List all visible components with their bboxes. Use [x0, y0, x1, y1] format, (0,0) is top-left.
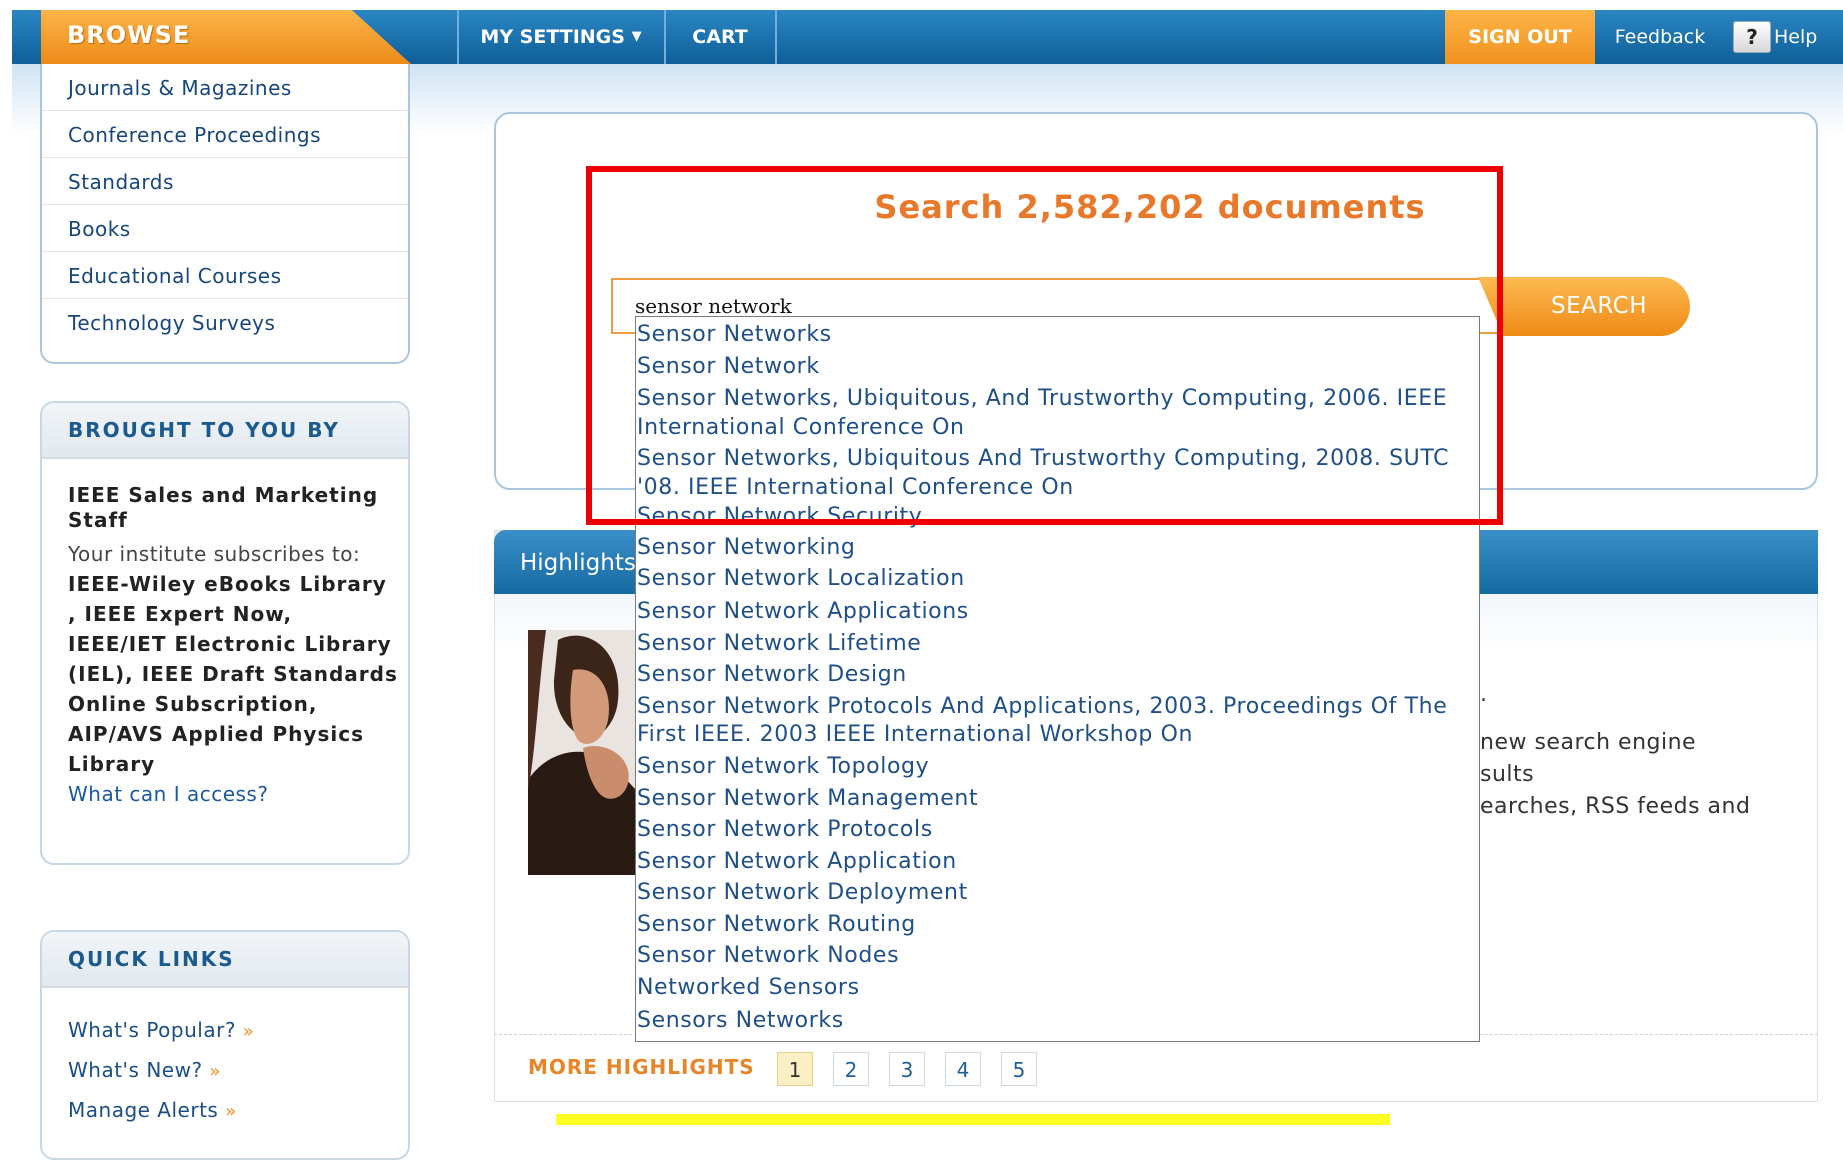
page-button-5[interactable]: 5: [1001, 1052, 1037, 1086]
nav-divider: [775, 10, 777, 64]
suggestion-item[interactable]: First IEEE. 2003 IEEE International Work…: [637, 721, 1457, 749]
caret-down-icon: ▼: [631, 29, 642, 44]
brought-to-you-heading: BROUGHT TO YOU BY: [42, 403, 408, 459]
highlight-text-fragment: new search engine: [1480, 730, 1697, 755]
sign-out-button[interactable]: SIGN OUT: [1445, 10, 1595, 64]
suggestion-item[interactable]: Sensor Network Localization: [637, 565, 1457, 593]
whats-popular-label: What's Popular?: [68, 1018, 236, 1042]
subscription-list: IEEE-Wiley eBooks Library , IEEE Expert …: [68, 572, 398, 776]
suggestion-item[interactable]: Sensor Network Routing: [637, 911, 1457, 939]
highlight-text-fragment: earches, RSS feeds and: [1480, 794, 1751, 819]
yellow-highlight-strip: [556, 1114, 1390, 1125]
browse-item-surveys[interactable]: Technology Surveys: [42, 299, 408, 346]
help-link[interactable]: Help: [1774, 10, 1824, 64]
browse-item-books[interactable]: Books: [42, 205, 408, 252]
suggestion-item[interactable]: Networked Sensors: [637, 974, 1457, 1002]
brought-to-you-box: BROUGHT TO YOU BY IEEE Sales and Marketi…: [40, 401, 410, 865]
suggestion-item[interactable]: Sensor Network Topology: [637, 753, 1457, 781]
suggestion-item[interactable]: Sensor Network Nodes: [637, 942, 1457, 970]
subscribes-label: Your institute subscribes to:: [68, 542, 361, 566]
manage-alerts-label: Manage Alerts: [68, 1098, 219, 1122]
page-button-3[interactable]: 3: [889, 1052, 925, 1086]
quick-links-heading: QUICK LINKS: [42, 932, 408, 988]
highlight-text-fragment: .: [1480, 682, 1488, 707]
whats-new-link[interactable]: What's New? »: [68, 1058, 221, 1082]
highlights-tab[interactable]: Highlights: [494, 530, 636, 594]
whats-new-label: What's New?: [68, 1058, 203, 1082]
suggestion-item[interactable]: Sensor Network Management: [637, 785, 1457, 813]
suggestion-item[interactable]: Sensor Network Protocols And Application…: [637, 693, 1457, 721]
quick-links-box: QUICK LINKS What's Popular? » What's New…: [40, 930, 410, 1160]
highlight-photo: [528, 630, 636, 875]
search-button[interactable]: SEARCH: [1478, 277, 1690, 336]
page-button-2[interactable]: 2: [833, 1052, 869, 1086]
whats-popular-link[interactable]: What's Popular? »: [68, 1018, 254, 1042]
help-icon[interactable]: ?: [1733, 21, 1771, 53]
suggestion-item[interactable]: Sensor Network Application: [637, 848, 1457, 876]
suggestion-item[interactable]: Sensor Networking: [637, 534, 1457, 562]
browse-item-journals[interactable]: Journals & Magazines: [42, 64, 408, 111]
suggestion-item[interactable]: Sensor Network Applications: [637, 598, 1457, 626]
page-button-1[interactable]: 1: [777, 1052, 813, 1086]
my-settings-menu[interactable]: MY SETTINGS ▼: [459, 10, 663, 64]
double-arrow-icon: »: [225, 1101, 237, 1122]
suggestion-item[interactable]: Sensor Network Lifetime: [637, 630, 1457, 658]
highlight-text-fragment: sults: [1480, 762, 1535, 787]
browse-item-standards[interactable]: Standards: [42, 158, 408, 205]
my-settings-label: MY SETTINGS: [480, 26, 625, 48]
page-button-4[interactable]: 4: [945, 1052, 981, 1086]
suggestion-item[interactable]: Sensors Networks: [637, 1007, 1457, 1035]
browse-menu: Journals & Magazines Conference Proceedi…: [40, 64, 410, 364]
suggestion-item[interactable]: Sensor Network Deployment: [637, 879, 1457, 907]
feedback-link[interactable]: Feedback: [1610, 10, 1710, 64]
suggestion-item[interactable]: Sensor Network Design: [637, 661, 1457, 689]
browse-item-conferences[interactable]: Conference Proceedings: [42, 111, 408, 158]
manage-alerts-link[interactable]: Manage Alerts »: [68, 1098, 237, 1122]
browse-item-courses[interactable]: Educational Courses: [42, 252, 408, 299]
institution-info: IEEE Sales and Marketing Staff Your inst…: [68, 483, 398, 809]
red-annotation-box: [586, 166, 1503, 525]
browse-tab[interactable]: BROWSE: [41, 10, 411, 64]
more-highlights-label: MORE HIGHLIGHTS: [528, 1055, 755, 1079]
double-arrow-icon: »: [209, 1061, 221, 1082]
cart-link[interactable]: CART: [666, 10, 774, 64]
institution-name: IEEE Sales and Marketing Staff: [68, 483, 379, 532]
suggestion-item[interactable]: Sensor Network Protocols: [637, 816, 1457, 844]
what-can-i-access-link[interactable]: What can I access?: [68, 779, 398, 809]
double-arrow-icon: »: [242, 1021, 255, 1042]
